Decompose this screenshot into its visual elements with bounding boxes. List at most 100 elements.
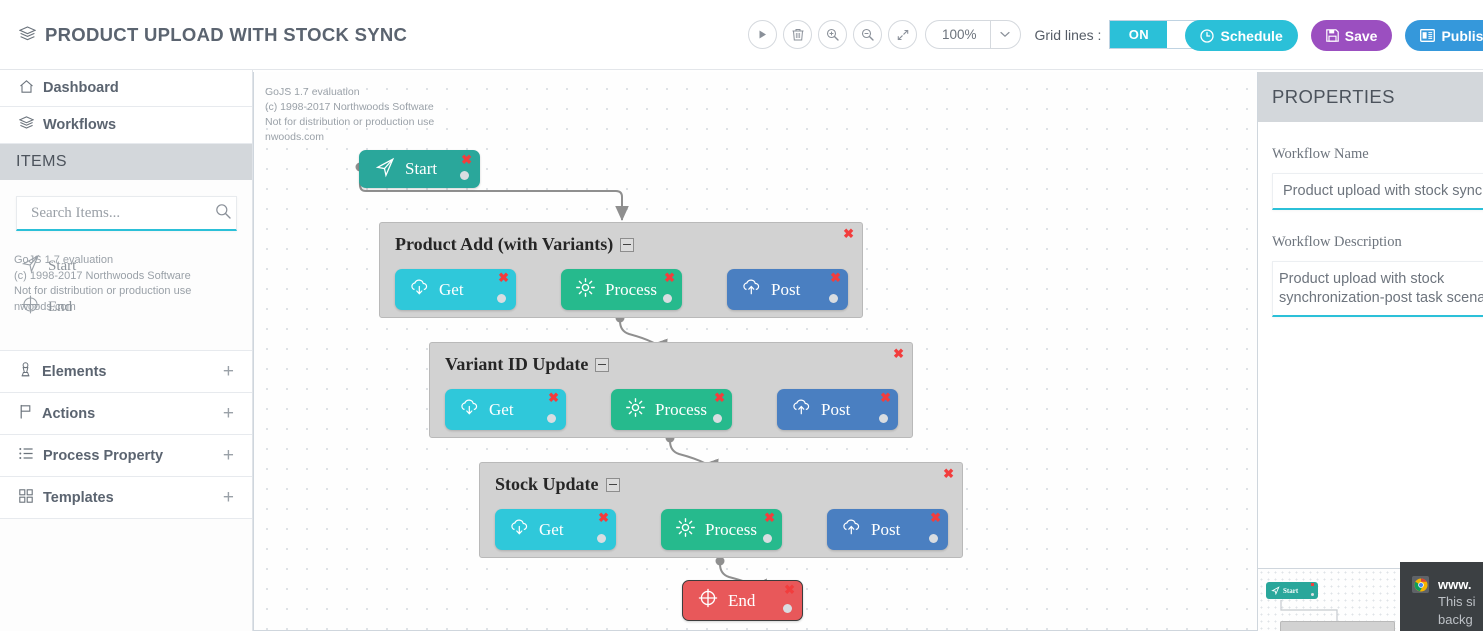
node-process-2-close-icon[interactable]: ✖ <box>714 392 725 404</box>
publish-button[interactable]: Publish <box>1405 20 1483 51</box>
flag-icon <box>19 404 32 423</box>
node-get-3-close-icon[interactable]: ✖ <box>598 512 609 524</box>
node-process-3[interactable]: Process ✖ <box>661 509 782 550</box>
chrome-notification-line2: backg <box>1438 611 1483 629</box>
node-process-2[interactable]: Process ✖ <box>611 389 732 430</box>
minimap-group <box>1280 621 1395 631</box>
node-get-2-port[interactable] <box>547 414 556 423</box>
zoom-level-select[interactable]: 100% <box>925 20 1021 49</box>
node-post-1-close-icon[interactable]: ✖ <box>830 272 841 284</box>
node-end-port[interactable] <box>783 604 792 613</box>
accordion-elements[interactable]: Elements + <box>0 350 252 393</box>
group-stock-update-close-icon[interactable]: ✖ <box>943 468 954 480</box>
node-post-3-close-icon[interactable]: ✖ <box>930 512 941 524</box>
node-post-1-port[interactable] <box>829 294 838 303</box>
items-palette[interactable]: GoJS 1.7 evaluation (c) 1998-2017 Northw… <box>0 241 252 351</box>
accordion-templates[interactable]: Templates + <box>0 476 252 519</box>
accordion-elements-label: Elements <box>42 364 106 380</box>
node-process-3-close-icon[interactable]: ✖ <box>764 512 775 524</box>
palette-item-start[interactable]: Start <box>20 253 76 279</box>
chevron-down-icon[interactable] <box>990 21 1020 48</box>
palette-item-start-label: Start <box>48 258 76 275</box>
node-get-1-label: Get <box>439 280 464 300</box>
search-input[interactable] <box>31 205 215 222</box>
search-items-wrap <box>0 180 252 231</box>
workflow-name-label: Workflow Name <box>1272 146 1483 163</box>
node-get-2-close-icon[interactable]: ✖ <box>548 392 559 404</box>
accordion-templates-label: Templates <box>43 490 114 506</box>
schedule-button-label: Schedule <box>1220 28 1282 44</box>
zoom-in-button[interactable] <box>818 20 847 49</box>
node-post-2-port[interactable] <box>879 414 888 423</box>
node-post-2-close-icon[interactable]: ✖ <box>880 392 891 404</box>
chrome-notification[interactable]: www. This si backg <box>1400 562 1483 631</box>
node-process-1[interactable]: Process ✖ <box>561 269 682 310</box>
cloud-download-icon <box>459 397 480 423</box>
node-post-3-label: Post <box>871 520 900 540</box>
accordion-templates-expander[interactable]: + <box>223 487 234 509</box>
node-post-2[interactable]: Post ✖ <box>777 389 898 430</box>
fit-screen-button[interactable] <box>888 20 917 49</box>
cloud-download-icon <box>409 277 430 303</box>
workflow-name-field[interactable]: Product upload with stock sync <box>1272 173 1483 210</box>
node-get-1[interactable]: Get ✖ <box>395 269 516 310</box>
delete-button[interactable] <box>783 20 812 49</box>
workflow-description-field[interactable]: Product upload with stock synchronizatio… <box>1272 261 1483 317</box>
search-items-box[interactable] <box>16 196 237 231</box>
node-get-2[interactable]: Get ✖ <box>445 389 566 430</box>
node-process-3-port[interactable] <box>763 534 772 543</box>
node-start[interactable]: Start ✖ <box>359 150 480 188</box>
accordion-actions-expander[interactable]: + <box>223 403 234 425</box>
canvas-watermark-line4: nwoods.com <box>265 130 434 145</box>
group-stock-update[interactable]: Stock Update ✖ Get ✖ <box>479 462 963 558</box>
canvas-overview-minimap[interactable]: Start <box>1258 568 1403 631</box>
sidebar-item-dashboard[interactable]: Dashboard <box>0 70 252 107</box>
node-end-label: End <box>728 591 755 611</box>
paper-plane-icon <box>20 253 41 279</box>
group-stock-update-collapse-icon[interactable] <box>606 478 620 492</box>
publish-button-label: Publish <box>1441 28 1483 44</box>
group-product-add-collapse-icon[interactable] <box>620 238 634 252</box>
accordion-actions[interactable]: Actions + <box>0 392 252 435</box>
paper-plane-icon <box>374 156 396 183</box>
schedule-button[interactable]: Schedule <box>1185 20 1297 51</box>
page-title: PRODUCT UPLOAD WITH STOCK SYNC <box>19 24 407 46</box>
chrome-icon <box>1412 576 1429 593</box>
node-start-close-icon[interactable]: ✖ <box>461 154 472 166</box>
accordion-elements-expander[interactable]: + <box>223 361 234 383</box>
sidebar-item-workflows[interactable]: Workflows <box>0 107 252 144</box>
group-variant-id-update[interactable]: Variant ID Update ✖ Get ✖ <box>429 342 913 438</box>
group-variant-id-update-close-icon[interactable]: ✖ <box>893 348 904 360</box>
node-get-3-port[interactable] <box>597 534 606 543</box>
node-get-1-close-icon[interactable]: ✖ <box>498 272 509 284</box>
properties-heading: PROPERTIES <box>1258 72 1483 122</box>
node-process-2-port[interactable] <box>713 414 722 423</box>
chess-pawn-icon <box>19 362 32 381</box>
save-button[interactable]: Save <box>1311 20 1393 51</box>
node-post-3-port[interactable] <box>929 534 938 543</box>
header-actions: Schedule Save <box>1172 20 1483 51</box>
node-post-3[interactable]: Post ✖ <box>827 509 948 550</box>
canvas-watermark-line3: Not for distribution or production use <box>265 115 434 130</box>
run-button[interactable] <box>748 20 777 49</box>
accordion-process-property[interactable]: Process Property + <box>0 434 252 477</box>
node-end-close-icon[interactable]: ✖ <box>784 584 795 596</box>
node-get-1-port[interactable] <box>497 294 506 303</box>
chrome-notification-line1: This si <box>1438 593 1483 611</box>
group-product-add[interactable]: Product Add (with Variants) ✖ Get ✖ <box>379 222 863 318</box>
node-get-3[interactable]: Get ✖ <box>495 509 616 550</box>
zoom-out-button[interactable] <box>853 20 882 49</box>
accordion-process-property-expander[interactable]: + <box>223 445 234 467</box>
group-variant-id-update-collapse-icon[interactable] <box>595 358 609 372</box>
node-post-1[interactable]: Post ✖ <box>727 269 848 310</box>
node-start-port[interactable] <box>460 171 469 180</box>
workflow-canvas[interactable]: GoJS 1.7 evaluation (c) 1998-2017 Northw… <box>253 72 1258 631</box>
gear-icon <box>625 397 646 423</box>
group-product-add-close-icon[interactable]: ✖ <box>843 228 854 240</box>
group-variant-id-update-title-text: Variant ID Update <box>445 354 588 375</box>
palette-item-end[interactable]: End <box>20 294 72 320</box>
node-process-1-close-icon[interactable]: ✖ <box>664 272 675 284</box>
node-end[interactable]: End ✖ <box>682 580 803 621</box>
node-process-1-port[interactable] <box>663 294 672 303</box>
search-icon[interactable] <box>215 203 231 224</box>
